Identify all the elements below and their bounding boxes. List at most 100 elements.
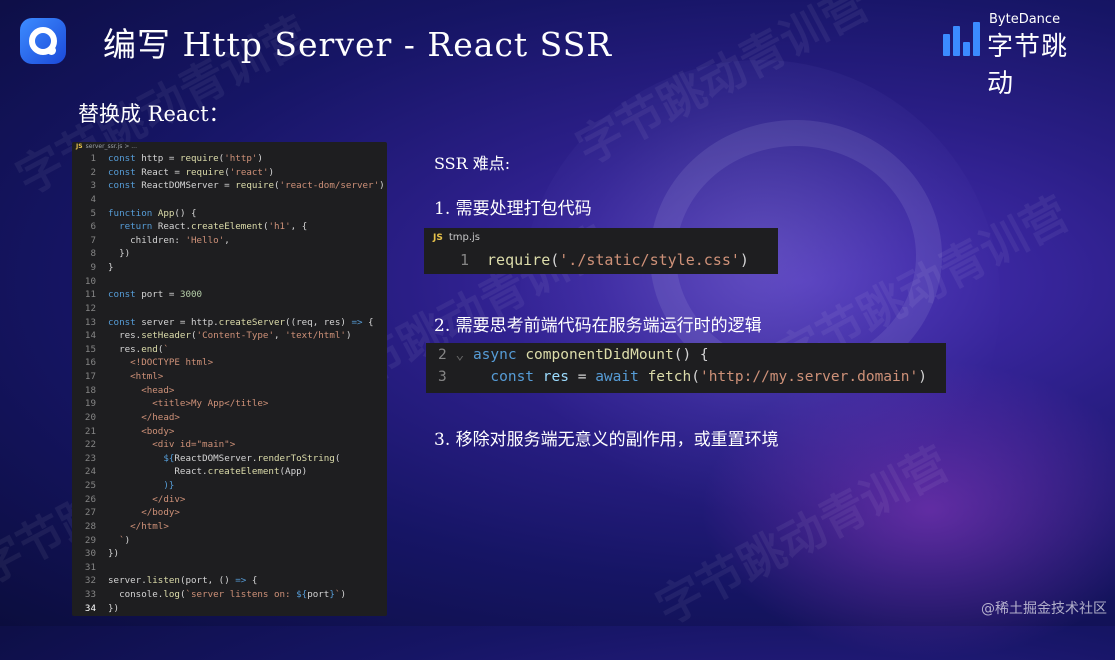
js-file-icon: JS (76, 143, 83, 150)
snippet-line: 1 require('./static/style.css') (460, 251, 749, 269)
line-text: <body> (108, 425, 175, 437)
code-line: 31 (72, 561, 387, 575)
code-line: 1 const http = require('http') (72, 152, 387, 166)
code-line: 27 </body> (72, 506, 387, 520)
line-number: 28 (84, 520, 96, 532)
app-logo-icon (20, 18, 66, 64)
line-number: 16 (84, 357, 96, 369)
line-text: </head> (108, 411, 180, 423)
code-line: 17 <html> (72, 370, 387, 384)
line-number: 27 (84, 507, 96, 519)
line-number: 19 (84, 398, 96, 410)
code-snippet-tmp: JS tmp.js 1 require('./static/style.css') (424, 228, 778, 274)
line-text: const port = 3000 (108, 289, 203, 301)
line-text: }) (108, 248, 131, 260)
ssr-item-1: 1. 需要处理打包代码 (434, 199, 592, 219)
snippet-tab-label: tmp.js (448, 232, 481, 243)
code-line: 33 console.log(`server listens on: ${por… (72, 588, 387, 602)
line-number: 4 (90, 193, 96, 205)
code-kw: await (595, 369, 639, 385)
line-number: 31 (84, 561, 96, 573)
code-line: 12 (72, 302, 387, 316)
line-number: 5 (90, 207, 96, 219)
line-number: 3 (90, 180, 96, 192)
line-text: }) (108, 548, 120, 560)
code-line: 30}) (72, 547, 387, 561)
line-text: const React = require('react') (108, 166, 275, 178)
code-line: 13 const server = http.createServer((req,… (72, 316, 387, 330)
code-fn: componentDidMount (525, 347, 674, 363)
line-text: console.log(`server listens on: ${port}`… (108, 589, 346, 600)
code-open: ( (550, 251, 560, 269)
line-text: } (108, 262, 114, 273)
code-line: 32 server.listen(port, () => { (72, 574, 387, 588)
code-line: 6 return React.createElement('h1', { (72, 220, 387, 234)
line-text: <div id="main"> (108, 439, 236, 451)
code-line: 24 React.createElement(App) (72, 465, 387, 479)
line-text: </html> (108, 520, 169, 532)
line-text: <html> (108, 371, 164, 382)
bytedance-bars-icon (943, 22, 981, 56)
line-text: `) (108, 534, 131, 546)
snippet-line: 2 ⌄ async componentDidMount() { (438, 347, 709, 363)
line-number: 20 (84, 411, 96, 423)
line-text: const ReactDOMServer = require('react-do… (108, 180, 385, 192)
line-text: <!DOCTYPE html> (108, 357, 214, 369)
snippet-line: 3 const res = await fetch('http://my.ser… (438, 369, 927, 385)
line-text: res.end(` (108, 343, 169, 355)
line-text: React.createElement(App) (108, 466, 308, 478)
code-tab-label: server_ssr.js > ... (85, 143, 137, 150)
line-text: const server = http.createServer((req, r… (108, 316, 374, 328)
code-tab[interactable]: JS server_ssr.js > ... (72, 142, 387, 152)
snippet-tab[interactable]: JS tmp.js (433, 232, 480, 243)
js-file-icon: JS (433, 233, 443, 243)
credit-text: @稀土掘金技术社区 (981, 601, 1107, 617)
code-rest: () { (673, 347, 709, 363)
code-line: 8 }) (72, 247, 387, 261)
ssr-heading: SSR 难点: (434, 154, 511, 173)
code-fn: fetch (647, 369, 692, 385)
code-kw: async (472, 347, 517, 363)
code-line: 15 res.end(` (72, 343, 387, 357)
line-text: <head> (108, 384, 175, 396)
line-number: 15 (84, 343, 96, 355)
line-text: return React.createElement('h1', { (119, 221, 308, 233)
line-text: children: 'Hello', (108, 234, 230, 246)
line-text: ${ReactDOMServer.renderToString( (163, 452, 341, 464)
line-number: 34 (84, 602, 96, 614)
code-line: 5 function App() { (72, 207, 387, 221)
code-kw: const (490, 369, 535, 385)
code-line: 11 const port = 3000 (72, 288, 387, 302)
code-line: 10 (72, 275, 387, 289)
code-line: 20 </head> (72, 411, 387, 425)
line-number: 11 (84, 289, 96, 301)
brand-en: ByteDance (989, 12, 1061, 27)
code-line: 25 )} (72, 479, 387, 493)
code-line: 21 <body> (72, 425, 387, 439)
line-number: 25 (84, 480, 96, 491)
code-close: ) (918, 369, 927, 385)
line-text: res.setHeader('Content-Type', 'text/html… (108, 330, 352, 342)
line-number: 30 (84, 548, 96, 560)
line-number: 22 (84, 439, 96, 451)
line-number: 26 (84, 493, 96, 505)
line-number: 23 (84, 452, 96, 464)
line-number: 24 (84, 466, 96, 478)
code-eq: = (577, 369, 587, 385)
line-number: 9 (90, 262, 96, 273)
line-text: )} (163, 480, 175, 491)
code-arg: './static/style.css' (559, 251, 740, 269)
code-line: 18 <head> (72, 384, 387, 398)
line-number: 1 (460, 251, 470, 269)
line-number: 3 (438, 369, 447, 385)
code-line: 9} (72, 261, 387, 275)
line-number: 21 (84, 425, 96, 437)
line-number: 29 (84, 534, 96, 546)
line-number: 14 (84, 330, 96, 342)
line-number: 8 (90, 248, 96, 260)
line-number: 17 (84, 371, 96, 382)
code-line: 16 <!DOCTYPE html> (72, 356, 387, 370)
ssr-item-3: 3. 移除对服务端无意义的副作用，或重置环境 (434, 430, 779, 450)
code-lines: 1 const http = require('http') 2 const Reac… (72, 152, 387, 615)
code-line: 14 res.setHeader('Content-Type', 'text/h… (72, 329, 387, 343)
